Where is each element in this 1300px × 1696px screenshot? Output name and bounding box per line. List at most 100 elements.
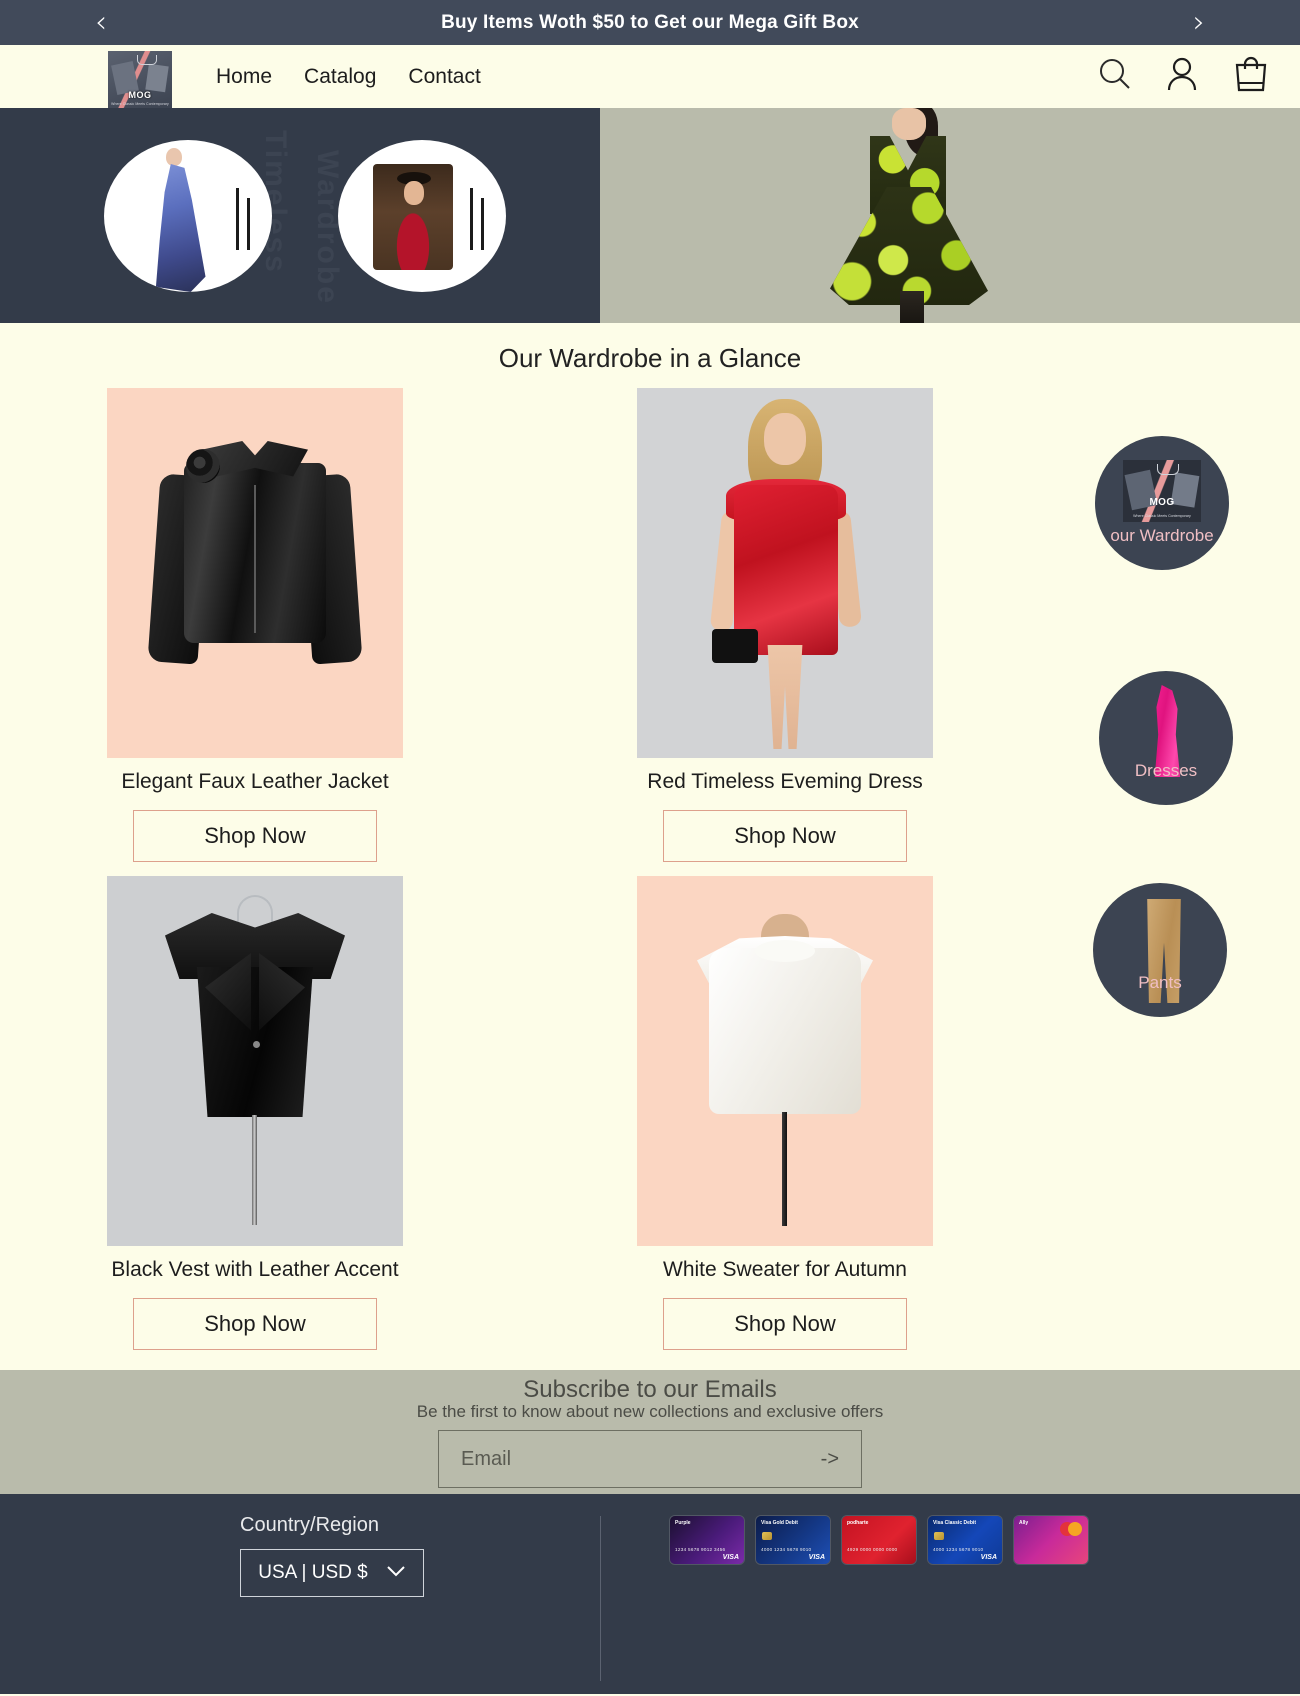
card-brand: podharte [847,1520,869,1526]
hanger-icon [1157,464,1179,475]
nav-link-catalog[interactable]: Catalog [304,65,376,89]
product-card: White Sweater for Autumn Shop Now [530,876,1040,1350]
product-image[interactable] [637,388,933,758]
chevron-left-icon[interactable]: ‹ [95,7,107,38]
model-legs [767,645,803,749]
nav-link-contact[interactable]: Contact [408,65,480,89]
model-face [764,413,806,465]
section-title: Our Wardrobe in a Glance [0,323,1300,388]
main-navbar: MOG Where Classic Meets Contemporary Hom… [0,45,1300,109]
mannequin-stand [782,1112,787,1226]
category-label: Pants [1138,973,1182,992]
card-number: 4929 0000 0000 0000 [847,1547,898,1552]
product-grid: Elegant Faux Leather Jacket Shop Now Red… [0,388,1040,1350]
product-card: Black Vest with Leather Accent Shop Now [0,876,510,1350]
card-logo-circle [1068,1522,1082,1536]
email-input[interactable] [461,1447,761,1471]
card-brand: Ally [1019,1520,1029,1526]
payment-card-icon: Ally [1014,1516,1088,1564]
hero-thumb-red-dress[interactable] [338,140,506,292]
model-head [892,108,926,140]
chevron-down-icon [386,1564,406,1582]
logo-tagline: Where Classic Meets Contemporary [1133,514,1191,518]
white-sweater-art [675,896,895,1226]
red-dress-model-art [690,393,880,753]
hanger-icon [137,55,157,65]
category-our-wardrobe[interactable]: MOG Where Classic Meets Contemporary our… [1095,436,1229,570]
site-logo[interactable]: MOG Where Classic Meets Contemporary [108,51,172,109]
site-footer: Country/Region USA | USD $ Purple 1234 5… [0,1494,1300,1694]
payment-card-icon: Visa Classic Debit 4000 1234 5678 9010 V… [928,1516,1002,1564]
footer-divider [600,1516,601,1681]
product-image[interactable] [107,388,403,758]
model-head [166,148,182,166]
chevron-right-icon[interactable]: › [1193,7,1205,38]
category-dresses[interactable]: Dresses [1099,671,1233,805]
decor-bars [236,188,250,250]
shop-now-button[interactable]: Shop Now [663,810,907,862]
country-region-value: USA | USD $ [258,1562,368,1583]
category-sidebar: MOG Where Classic Meets Contemporary our… [1040,388,1300,1350]
green-dress-image [818,108,998,323]
country-region-label: Country/Region [240,1514,379,1536]
main-content: Elegant Faux Leather Jacket Shop Now Red… [0,388,1300,1350]
payment-card-icon: Visa Gold Debit 4000 1234 5678 9010 VISA [756,1516,830,1564]
dress-skirt [830,187,988,305]
card-number: 4000 1234 5678 9010 [933,1547,984,1552]
nav-links: Home Catalog Contact [216,65,481,89]
card-network: VISA [722,1554,739,1561]
mannequin-stand [252,1115,257,1225]
wardrobe-logo-image: MOG Where Classic Meets Contemporary [1123,460,1201,522]
cart-icon[interactable] [1232,56,1270,97]
newsletter-submit-button[interactable]: -> [821,1448,839,1471]
decor-bar [236,188,239,250]
card-network: VISA [980,1554,997,1561]
model-legs [900,291,924,323]
red-dress-figure [373,164,453,270]
card-network: VISA [808,1554,825,1561]
leather-jacket-art [147,423,363,723]
logo-shape-right [145,63,169,93]
product-title: Black Vest with Leather Accent [111,1258,399,1281]
footer-country-block: Country/Region USA | USD $ [0,1514,600,1694]
card-number: 1234 5678 9012 3456 [675,1547,726,1552]
mannequin-neck [237,895,273,925]
product-image[interactable] [107,876,403,1246]
product-card: Elegant Faux Leather Jacket Shop Now [0,388,510,862]
product-title: White Sweater for Autumn [663,1258,907,1281]
black-vest-art [145,891,365,1231]
card-chip [934,1532,944,1540]
hero-right-panel[interactable] [600,108,1300,323]
announcement-text: Buy Items Woth $50 to Get our Mega Gift … [441,11,859,33]
decor-bar [470,188,473,250]
account-icon[interactable] [1166,57,1198,96]
handbag [712,629,758,663]
newsletter-form: -> [438,1430,862,1488]
payment-card-icon: Purple 1234 5678 9012 3456 VISA [670,1516,744,1564]
logo-name: MOG [128,90,152,100]
product-title: Elegant Faux Leather Jacket [121,770,389,793]
logo-tagline: Where Classic Meets Contemporary [111,102,169,106]
country-region-select[interactable]: USA | USD $ [240,1549,424,1597]
decor-bars [470,188,484,250]
newsletter-section: Subscribe to our Emails Be the first to … [0,1370,1300,1494]
nav-icon-group [1098,56,1270,97]
category-pants[interactable]: Pants [1093,883,1227,1017]
hero-thumb-blue-gown[interactable] [104,140,272,292]
decor-bar [481,198,484,250]
jacket-rose-detail [186,449,220,483]
card-chip [762,1532,772,1540]
nav-link-home[interactable]: Home [216,65,272,89]
sweater-collar [755,940,815,962]
newsletter-title: Subscribe to our Emails [523,1376,777,1403]
card-brand: Purple [675,1520,691,1526]
blue-gown-figure [155,164,206,292]
search-icon[interactable] [1098,57,1132,96]
shop-now-button[interactable]: Shop Now [663,1298,907,1350]
card-number: 4000 1234 5678 9010 [761,1547,812,1552]
hero-left-panel[interactable]: Timeless Wardrobe [0,108,600,323]
shop-now-button[interactable]: Shop Now [133,1298,377,1350]
shop-now-button[interactable]: Shop Now [133,810,377,862]
card-brand: Visa Classic Debit [933,1520,976,1526]
product-image[interactable] [637,876,933,1246]
